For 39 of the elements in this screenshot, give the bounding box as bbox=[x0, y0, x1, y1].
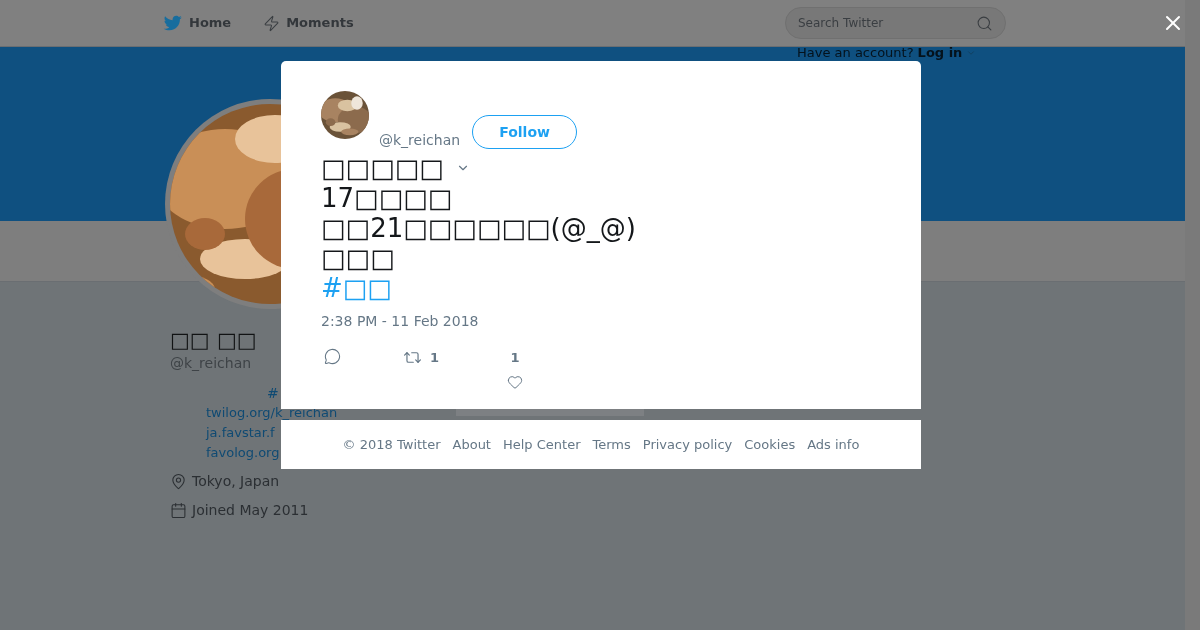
like-count: 1 bbox=[510, 349, 520, 367]
nav-link[interactable]: Moments bbox=[263, 13, 354, 33]
footer-link[interactable]: Privacy policy bbox=[642, 434, 733, 455]
lightning-icon bbox=[263, 13, 281, 33]
footer-link[interactable]: About bbox=[452, 434, 491, 455]
nav-link[interactable]: Home bbox=[163, 13, 232, 33]
calendar-icon bbox=[170, 502, 187, 519]
bio-link[interactable]: ja.favstar.f bbox=[206, 423, 275, 443]
author-handle: @k_reichan bbox=[379, 131, 461, 149]
tweet-text-line: 17□□□□ bbox=[321, 183, 453, 213]
footer-link[interactable]: Ads info bbox=[807, 434, 860, 455]
profile-name: □□ □□ bbox=[170, 327, 257, 353]
location-pin-icon bbox=[170, 473, 187, 490]
caret-icon bbox=[966, 48, 977, 58]
footer-link[interactable]: Help Center bbox=[502, 434, 581, 455]
tweet-timestamp: 2:38 PM - 11 Feb 2018 bbox=[321, 312, 480, 331]
footer-link[interactable]: Terms bbox=[592, 434, 631, 455]
tweet-text-line: □□□□□ bbox=[321, 153, 444, 183]
bio-text: # bbox=[267, 384, 279, 403]
joined-date: Joined May 2011 bbox=[192, 501, 309, 520]
scroll-bar[interactable] bbox=[1185, 0, 1200, 630]
hashtag-link[interactable]: #□□ bbox=[321, 273, 392, 303]
reply-icon[interactable] bbox=[324, 348, 341, 365]
search-field[interactable]: Search Twitter bbox=[785, 7, 1006, 39]
bird-icon bbox=[163, 14, 183, 32]
footer-link[interactable]: Cookies bbox=[744, 434, 796, 455]
location-text: Tokyo, Japan bbox=[192, 472, 280, 491]
search-icon bbox=[976, 14, 993, 32]
bio-link[interactable]: favolog.org bbox=[206, 443, 280, 463]
search-input[interactable]: Search Twitter bbox=[798, 14, 976, 32]
copyright-text: © 2018 Twitter bbox=[342, 435, 441, 454]
bio-link[interactable]: twilog.org/k_reichan bbox=[206, 403, 338, 423]
login-link[interactable]: Log in bbox=[917, 47, 963, 59]
heart-icon[interactable] bbox=[507, 373, 524, 390]
retweet-count: 1 bbox=[430, 349, 440, 367]
tweet-text-line: □□□ bbox=[321, 243, 395, 273]
scroll-thumb[interactable] bbox=[456, 409, 644, 416]
tweet-text-line: □□21□□□□□□(@_@) bbox=[321, 213, 636, 243]
login-prompt: Have an account? bbox=[797, 47, 914, 59]
